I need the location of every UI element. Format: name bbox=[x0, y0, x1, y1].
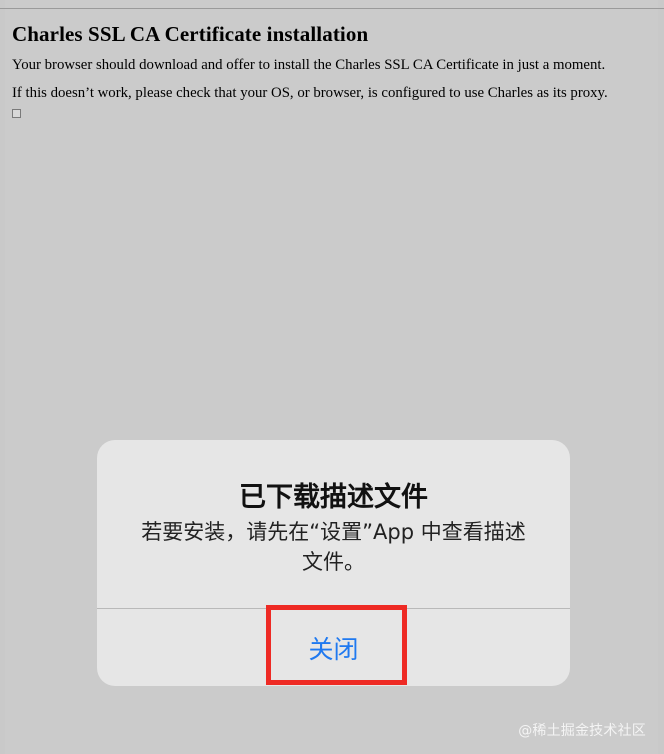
page-title: Charles SSL CA Certificate installation bbox=[12, 22, 369, 46]
download-info-text: Your browser should download and offer t… bbox=[12, 57, 606, 73]
alert-title: 已下载描述文件 bbox=[239, 482, 428, 513]
broken-image-icon bbox=[12, 109, 21, 118]
proxy-help-text: If this doesn’t work, please check that … bbox=[12, 85, 608, 101]
close-button-highlight bbox=[266, 605, 407, 685]
top-divider bbox=[0, 8, 664, 9]
alert-message: 若要安装，请先在“设置”App 中查看描述文件。 bbox=[141, 520, 526, 574]
watermark: @稀土掘金技术社区 bbox=[518, 723, 646, 739]
certificate-page: Charles SSL CA Certificate installation … bbox=[12, 22, 652, 118]
